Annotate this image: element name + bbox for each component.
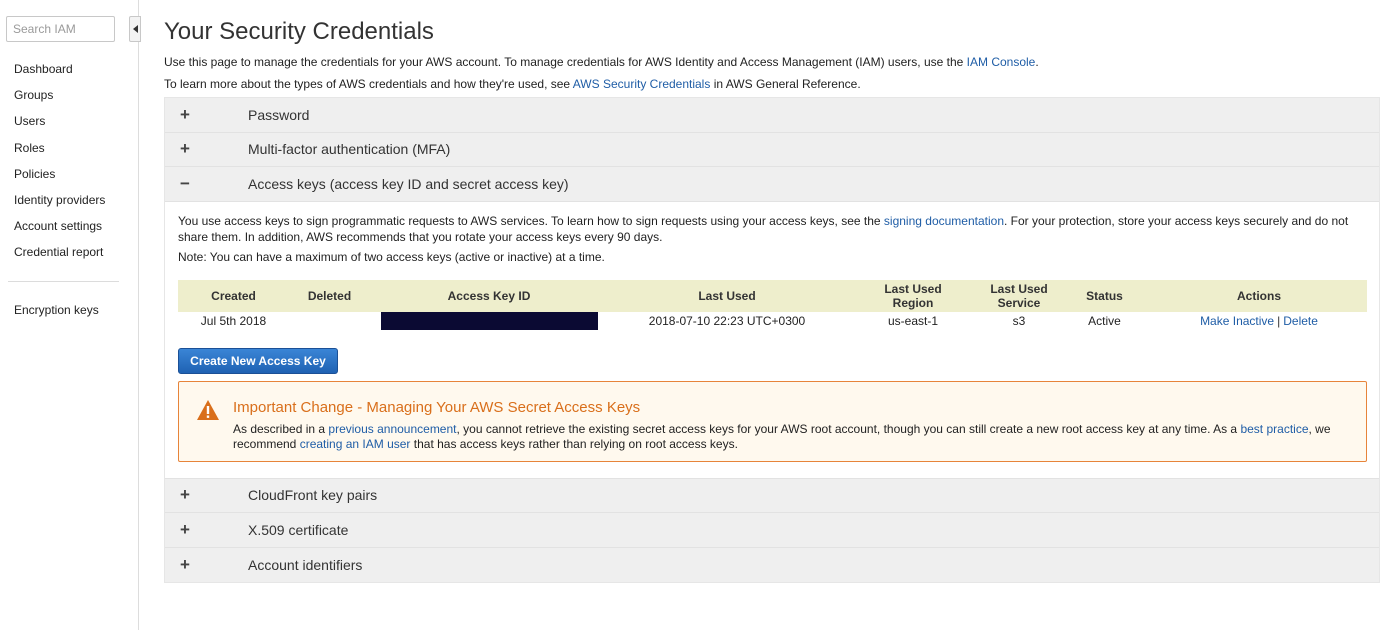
sidebar-item-identity-providers[interactable]: Identity providers xyxy=(14,192,105,218)
col-access-key-id: Access Key ID xyxy=(370,279,608,312)
section-access-keys[interactable]: − Access keys (access key ID and secret … xyxy=(165,167,1379,202)
access-keys-panel: You use access keys to sign programmatic… xyxy=(165,201,1379,479)
cell-status: Active xyxy=(1088,313,1121,328)
access-keys-description: You use access keys to sign programmatic… xyxy=(178,213,1368,245)
intro1-end: . xyxy=(1035,55,1039,69)
section-title: Password xyxy=(248,106,310,123)
sidebar-item-users[interactable]: Users xyxy=(14,113,105,139)
action-separator: | xyxy=(1277,313,1281,328)
col-created: Created xyxy=(178,279,289,312)
search-input[interactable] xyxy=(6,16,115,42)
sidebar-item-groups[interactable]: Groups xyxy=(14,87,105,113)
intro-text-2: To learn more about the types of AWS cre… xyxy=(164,77,861,91)
alert-message: As described in a previous announcement,… xyxy=(233,422,1353,452)
create-new-access-key-button[interactable]: Create New Access Key xyxy=(178,347,338,374)
expand-plus-icon: + xyxy=(180,104,190,124)
warning-icon xyxy=(197,399,219,420)
cell-service: s3 xyxy=(1012,313,1026,328)
table-row: Jul 5th 2018 2018-07-10 22:23 UTC+0300 u… xyxy=(178,311,1367,330)
expand-plus-icon: + xyxy=(180,485,190,505)
col-service-line2: Service xyxy=(997,295,1041,310)
section-title: X.509 certificate xyxy=(248,521,349,538)
col-last-used-region: Last Used Region xyxy=(846,279,980,312)
cell-access-key-id xyxy=(370,311,608,330)
alert-text-1: As described in a xyxy=(233,421,326,436)
sidebar-item-dashboard[interactable]: Dashboard xyxy=(14,61,105,87)
section-title: Multi-factor authentication (MFA) xyxy=(248,141,451,158)
sidebar-divider xyxy=(8,281,119,282)
redacted-key-id xyxy=(380,311,598,330)
expand-plus-icon: + xyxy=(180,139,190,159)
section-title: Account identifiers xyxy=(248,556,363,573)
intro-text-1: Use this page to manage the credentials … xyxy=(164,55,1039,69)
delete-key-link[interactable]: Delete xyxy=(1283,314,1318,328)
col-last-used: Last Used xyxy=(608,279,846,312)
desc-text-a: You use access keys to sign programmatic… xyxy=(178,213,881,228)
alert-title: Important Change - Managing Your AWS Sec… xyxy=(233,398,641,416)
sidebar-nav-secondary: Encryption keys xyxy=(14,302,99,319)
section-password[interactable]: + Password xyxy=(165,98,1379,133)
col-last-used-service: Last Used Service xyxy=(980,279,1058,312)
cell-created: Jul 5th 2018 xyxy=(200,313,267,328)
section-title: CloudFront key pairs xyxy=(248,487,378,504)
col-status: Status xyxy=(1058,279,1151,312)
intro2-text: To learn more about the types of AWS cre… xyxy=(164,77,571,91)
alert-text-4: that has access keys rather than relying… xyxy=(413,436,738,451)
sidebar-item-roles[interactable]: Roles xyxy=(14,140,105,166)
section-cloudfront-key-pairs[interactable]: + CloudFront key pairs xyxy=(165,478,1379,513)
access-keys-table: Created Deleted Access Key ID Last Used … xyxy=(178,279,1367,330)
alert-text-2: , you cannot retrieve the existing secre… xyxy=(456,421,1238,436)
creating-iam-user-link[interactable]: creating an IAM user xyxy=(300,437,411,451)
intro2-end: in AWS General Reference. xyxy=(713,77,861,91)
section-x509-certificate[interactable]: + X.509 certificate xyxy=(165,513,1379,548)
make-inactive-link[interactable]: Make Inactive xyxy=(1200,314,1274,328)
aws-security-credentials-link[interactable]: AWS Security Credentials xyxy=(573,77,711,91)
sidebar: Dashboard Groups Users Roles Policies Id… xyxy=(0,0,141,630)
table-header-row: Created Deleted Access Key ID Last Used … xyxy=(178,279,1367,312)
section-mfa[interactable]: + Multi-factor authentication (MFA) xyxy=(165,132,1379,167)
credentials-accordion: + Password + Multi-factor authentication… xyxy=(164,97,1380,583)
intro1-text: Use this page to manage the credentials … xyxy=(164,55,964,69)
expand-plus-icon: + xyxy=(180,554,190,574)
sidebar-item-credential-report[interactable]: Credential report xyxy=(14,244,105,270)
cell-last-used: 2018-07-10 22:23 UTC+0300 xyxy=(648,313,806,328)
previous-announcement-link[interactable]: previous announcement xyxy=(328,422,456,436)
expand-plus-icon: + xyxy=(180,519,190,539)
sidebar-item-policies[interactable]: Policies xyxy=(14,166,105,192)
col-deleted: Deleted xyxy=(289,279,370,312)
sidebar-item-account-settings[interactable]: Account settings xyxy=(14,218,105,244)
col-service-line1: Last Used xyxy=(990,281,1048,296)
col-actions: Actions xyxy=(1151,279,1367,312)
access-keys-note: Note: You can have a maximum of two acce… xyxy=(178,249,605,264)
best-practice-link[interactable]: best practice xyxy=(1240,422,1308,436)
sidebar-collapse-button[interactable] xyxy=(129,16,141,42)
important-change-alert: Important Change - Managing Your AWS Sec… xyxy=(178,380,1367,462)
sidebar-item-encryption-keys[interactable]: Encryption keys xyxy=(14,302,99,319)
col-region-line1: Last Used xyxy=(884,281,942,296)
cell-actions: Make Inactive | Delete xyxy=(1151,312,1367,330)
section-account-identifiers[interactable]: + Account identifiers xyxy=(165,547,1379,582)
signing-documentation-link[interactable]: signing documentation xyxy=(884,214,1004,228)
iam-console-link[interactable]: IAM Console xyxy=(967,55,1036,69)
collapse-arrow-icon xyxy=(132,25,138,33)
section-title: Access keys (access key ID and secret ac… xyxy=(248,175,569,192)
col-region-line2: Region xyxy=(892,295,934,310)
cell-deleted xyxy=(289,312,370,330)
cell-region: us-east-1 xyxy=(887,313,939,328)
collapse-minus-icon: − xyxy=(180,173,190,193)
page-title: Your Security Credentials xyxy=(164,18,434,45)
sidebar-nav: Dashboard Groups Users Roles Policies Id… xyxy=(14,61,105,271)
